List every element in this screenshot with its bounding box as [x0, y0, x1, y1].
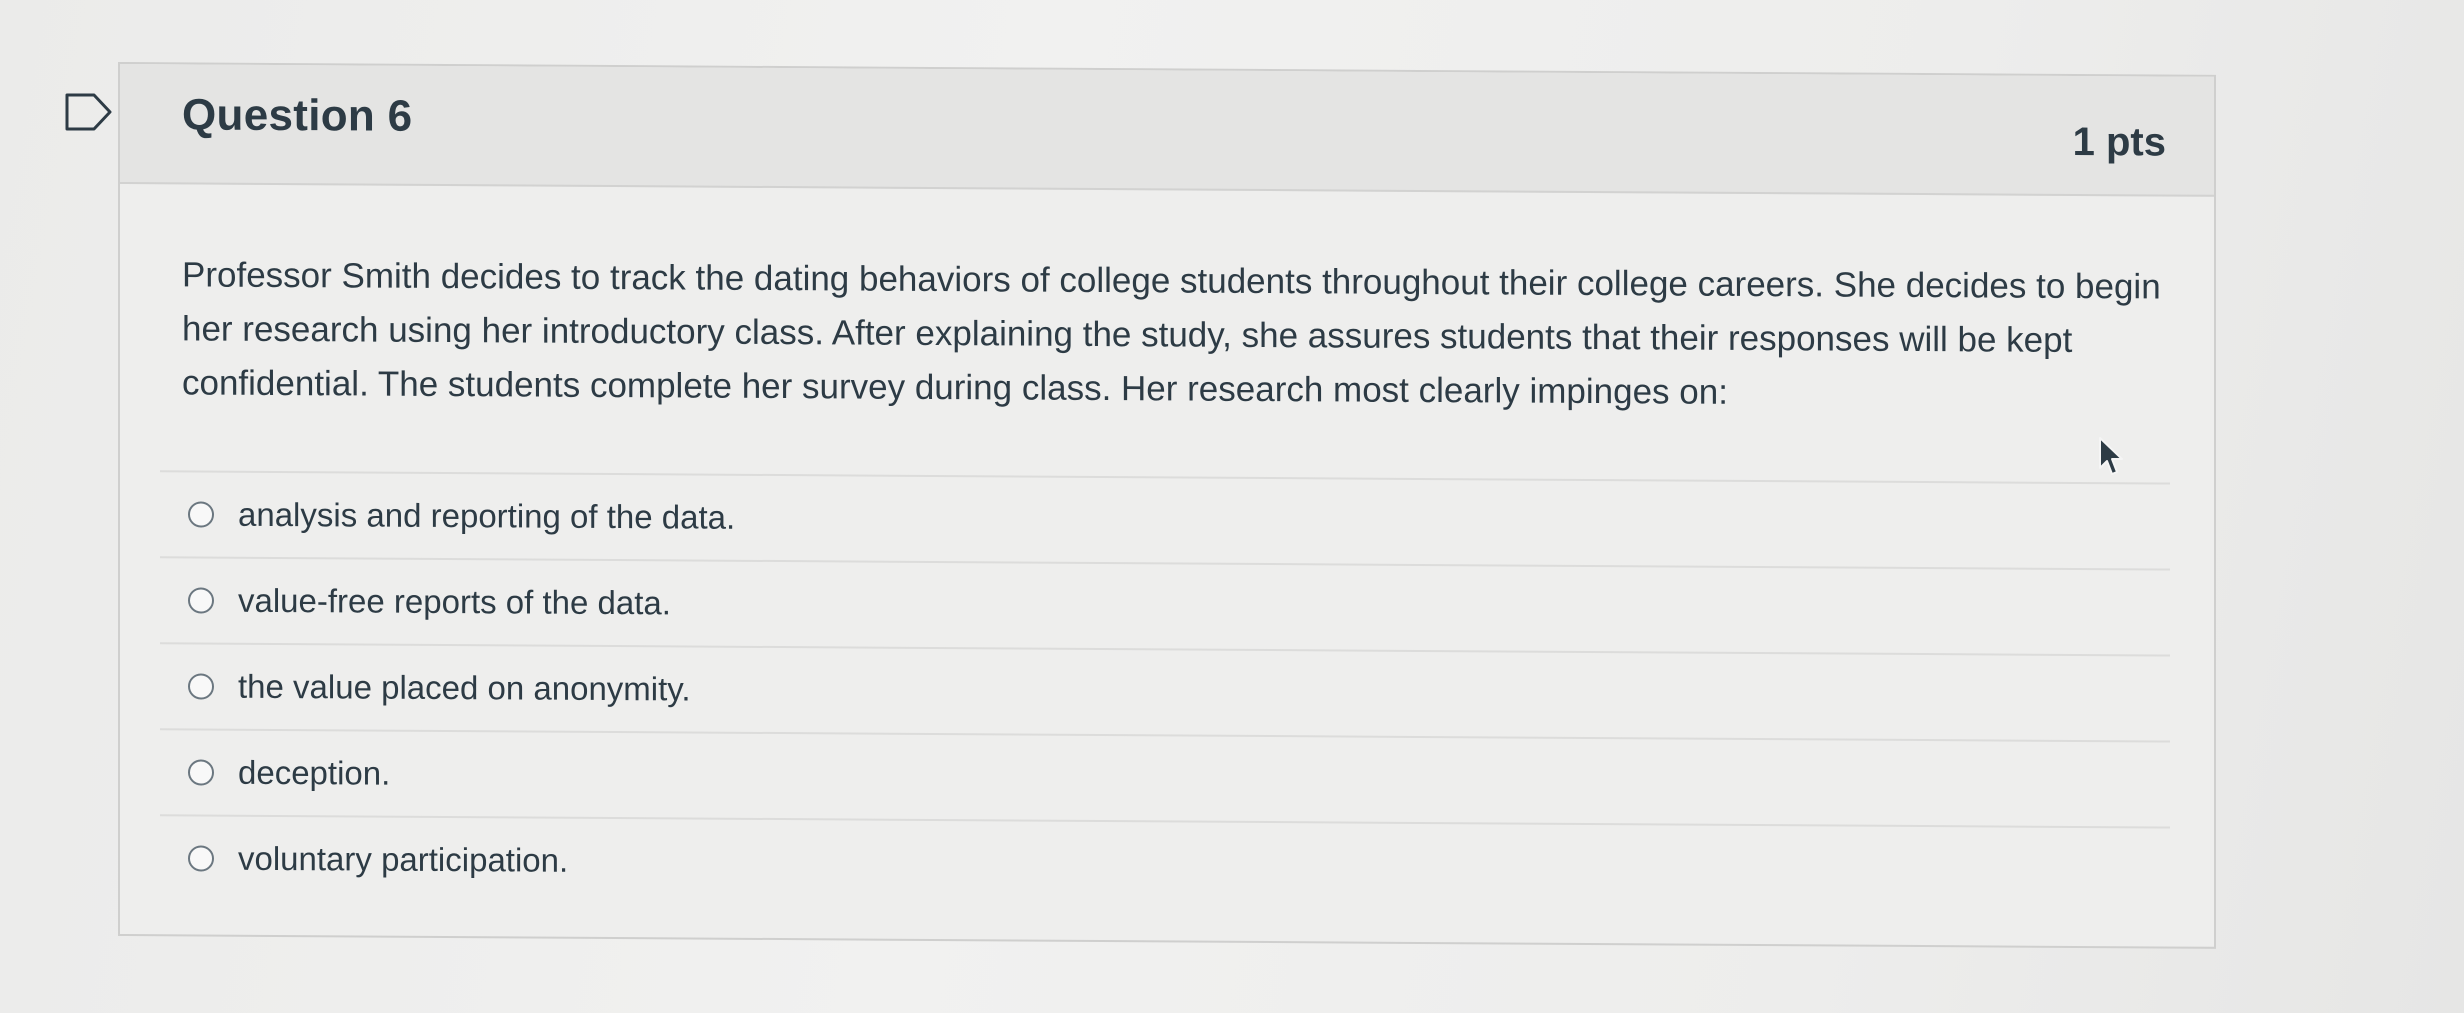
question-card: Question 6 1 pts Professor Smith decides… [118, 62, 2216, 949]
answer-option[interactable]: value-free reports of the data. [160, 556, 2170, 655]
mouse-pointer-icon [2099, 437, 2123, 475]
answer-option[interactable]: voluntary participation. [160, 814, 2170, 913]
answer-label[interactable]: deception. [238, 754, 390, 793]
question-title: Question 6 [182, 90, 413, 141]
answer-label[interactable]: voluntary participation. [238, 840, 568, 880]
answer-label[interactable]: value-free reports of the data. [238, 582, 671, 623]
answer-option[interactable]: the value placed on anonymity. [160, 642, 2170, 741]
answer-label[interactable]: the value placed on anonymity. [238, 668, 691, 709]
answer-option[interactable]: deception. [160, 728, 2170, 827]
answer-option[interactable]: analysis and reporting of the data. [160, 470, 2170, 569]
radio-button-icon[interactable] [188, 501, 214, 528]
radio-button-icon[interactable] [188, 587, 214, 614]
answer-label[interactable]: analysis and reporting of the data. [238, 496, 735, 537]
radio-button-icon[interactable] [188, 759, 214, 786]
question-points: 1 pts [2072, 119, 2166, 165]
answer-list: analysis and reporting of the data. valu… [160, 470, 2170, 913]
flag-icon[interactable] [64, 92, 114, 132]
question-header: Question 6 1 pts [120, 64, 2214, 197]
radio-button-icon[interactable] [188, 845, 214, 872]
radio-button-icon[interactable] [188, 673, 214, 700]
question-text: Professor Smith decides to track the dat… [182, 255, 2161, 412]
